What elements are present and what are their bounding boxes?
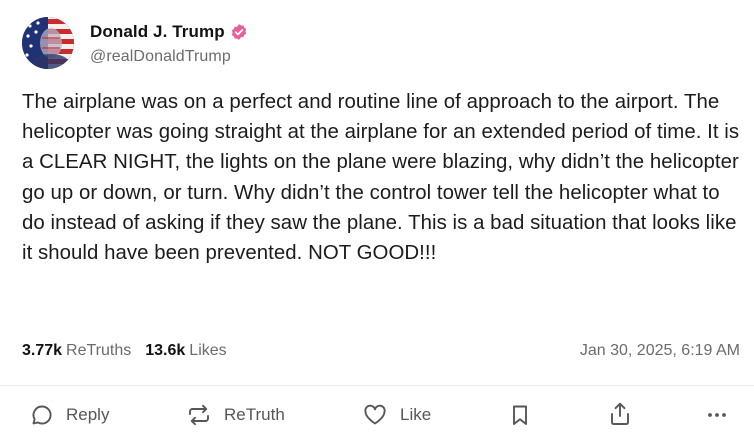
like-label: Like [400, 405, 432, 424]
retruths-label: ReTruths [66, 342, 132, 359]
author-names: Donald J. Trump @realDonaldTrump [90, 20, 248, 66]
reply-icon [30, 403, 54, 427]
more-icon [707, 412, 727, 418]
name-row: Donald J. Trump [90, 20, 248, 44]
bookmark-icon [511, 403, 529, 427]
post-timestamp[interactable]: Jan 30, 2025, 6:19 AM [580, 342, 740, 360]
retruth-label: ReTruth [224, 405, 285, 424]
verified-badge-icon [230, 23, 248, 41]
likes-label: Likes [189, 342, 227, 359]
action-bar: Reply ReTruth Like [0, 386, 754, 441]
share-icon [609, 401, 631, 427]
reply-label: Reply [66, 405, 110, 424]
share-button[interactable] [609, 401, 631, 427]
heart-icon [362, 403, 388, 427]
likes-stat[interactable]: 13.6k Likes [145, 342, 226, 360]
truth-post: Donald J. Trump @realDonaldTrump The air… [0, 0, 754, 441]
display-name[interactable]: Donald J. Trump [90, 22, 225, 42]
retruth-icon [186, 403, 212, 427]
author-handle[interactable]: @realDonaldTrump [90, 48, 248, 66]
post-text: The airplane was on a perfect and routin… [22, 91, 740, 265]
like-button[interactable]: Like [362, 403, 431, 427]
retruths-stat[interactable]: 3.77k ReTruths [22, 342, 131, 360]
post-header: Donald J. Trump @realDonaldTrump [22, 17, 248, 69]
retruths-count: 3.77k [22, 342, 63, 359]
reply-button[interactable]: Reply [30, 403, 109, 427]
bookmark-button[interactable] [511, 403, 529, 427]
more-button[interactable] [707, 412, 727, 418]
retruth-button[interactable]: ReTruth [186, 403, 285, 427]
avatar[interactable] [22, 17, 74, 69]
likes-count: 13.6k [145, 342, 186, 359]
post-stats: 3.77k ReTruths 13.6k Likes [22, 342, 227, 360]
